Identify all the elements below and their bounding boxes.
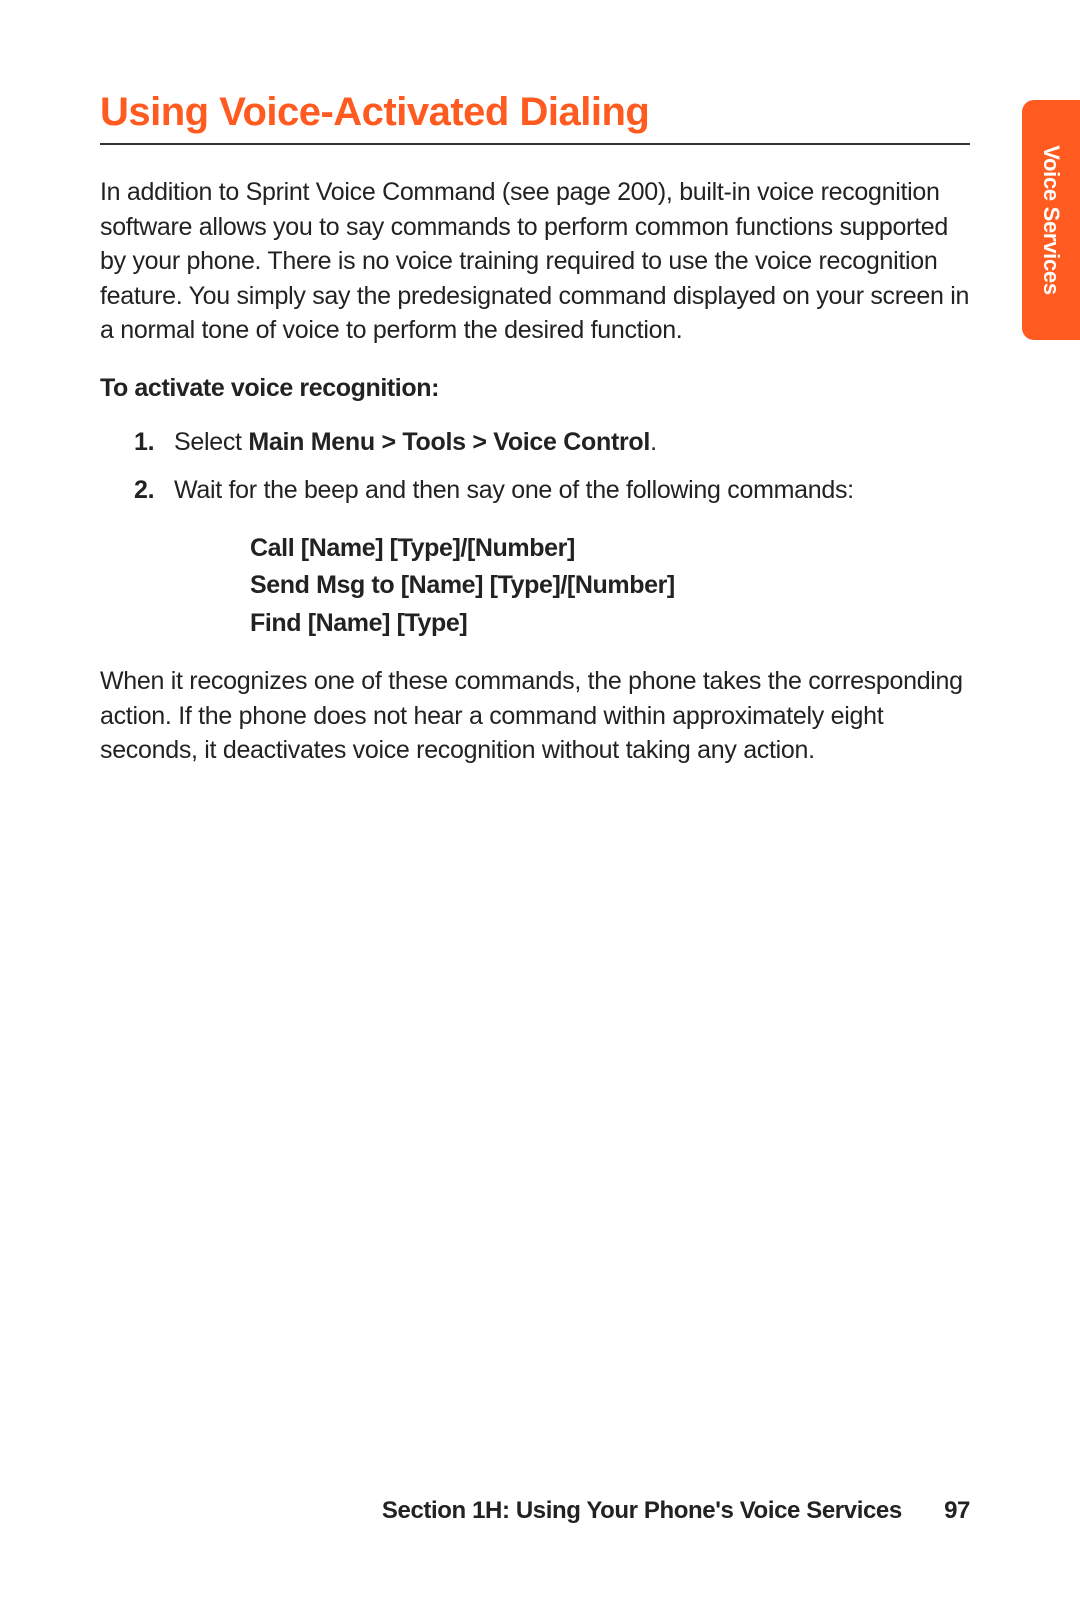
step-1-suffix: . bbox=[650, 428, 657, 456]
step-number: 2. bbox=[134, 473, 154, 508]
page-title: Using Voice-Activated Dialing bbox=[100, 90, 970, 145]
page-content: Using Voice-Activated Dialing In additio… bbox=[0, 0, 1080, 1620]
closing-paragraph: When it recognizes one of these commands… bbox=[100, 664, 970, 768]
steps-list: 1. Select Main Menu > Tools > Voice Cont… bbox=[100, 425, 970, 508]
step-2: 2. Wait for the beep and then say one of… bbox=[134, 473, 970, 508]
step-2-text: Wait for the beep and then say one of th… bbox=[174, 476, 854, 504]
footer-page-number: 97 bbox=[944, 1497, 970, 1524]
commands-block: Call [Name] [Type]/[Number] Send Msg to … bbox=[250, 530, 970, 643]
command-2: Send Msg to [Name] [Type]/[Number] bbox=[250, 567, 970, 605]
step-1-path: Main Menu > Tools > Voice Control bbox=[248, 428, 650, 456]
footer-section: Section 1H: Using Your Phone's Voice Ser… bbox=[382, 1497, 902, 1524]
command-3: Find [Name] [Type] bbox=[250, 605, 970, 643]
subhead: To activate voice recognition: bbox=[100, 374, 970, 403]
intro-paragraph: In addition to Sprint Voice Command (see… bbox=[100, 175, 970, 348]
step-1: 1. Select Main Menu > Tools > Voice Cont… bbox=[134, 425, 970, 460]
step-number: 1. bbox=[134, 425, 154, 460]
step-1-prefix: Select bbox=[174, 428, 248, 456]
command-1: Call [Name] [Type]/[Number] bbox=[250, 530, 970, 568]
page-footer: Section 1H: Using Your Phone's Voice Ser… bbox=[0, 1497, 1080, 1525]
